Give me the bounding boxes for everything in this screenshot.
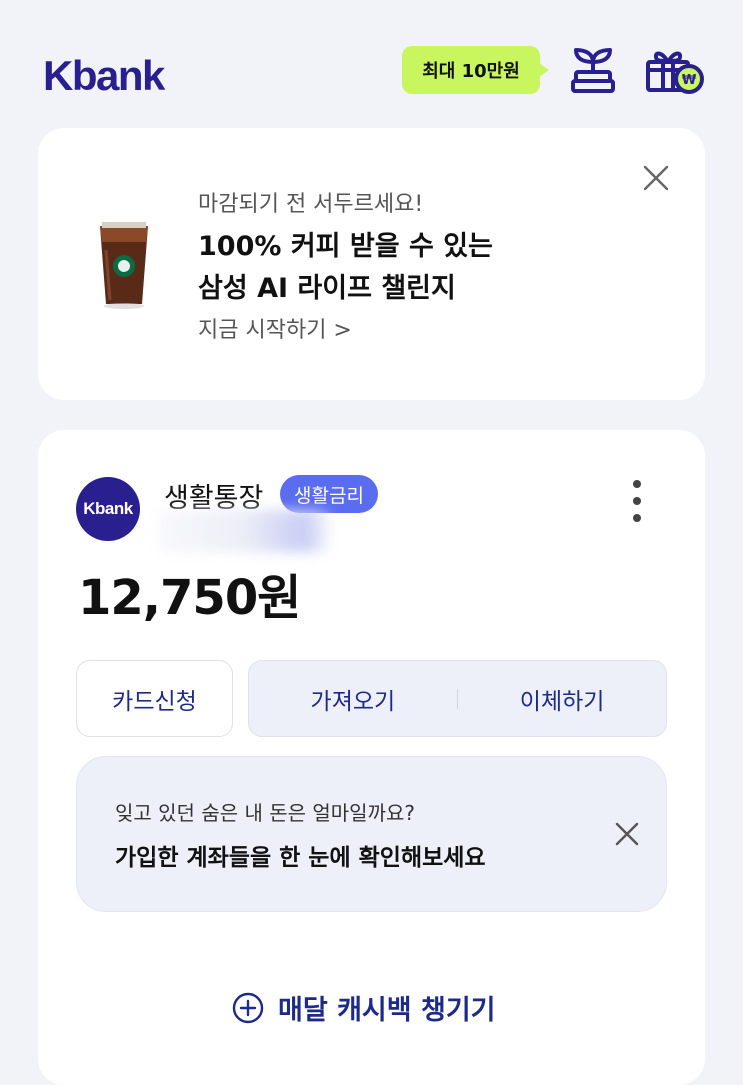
account-number-masked	[158, 510, 330, 552]
cashback-label: 매달 캐시백 챙기기	[278, 995, 496, 1026]
hidden-money-notice[interactable]: 잊고 있던 숨은 내 돈은 얼마일까요? 가입한 계좌들을 한 눈에 확인해보세…	[76, 756, 667, 912]
banner-title-line1: 100% 커피 받을 수 있는	[198, 231, 493, 262]
avatar: Kbank	[76, 477, 140, 541]
banner-start-link[interactable]: 지금 시작하기 >	[198, 312, 352, 344]
notice-title: 가입한 계좌들을 한 눈에 확인해보세요	[115, 845, 486, 871]
promo-badge[interactable]: 최대 10만원	[402, 46, 549, 94]
kbank-logo[interactable]: Kbank	[43, 52, 165, 100]
card-apply-button[interactable]: 카드신청	[76, 660, 233, 737]
iced-coffee-image	[96, 220, 152, 310]
cashback-link[interactable]: 매달 캐시백 챙기기	[232, 988, 496, 1027]
account-card: Kbank 생활통장 생활금리 12,750원 카드신청 가져오기 이체하기 잊…	[38, 430, 705, 1085]
action-button-group: 가져오기 이체하기	[248, 660, 667, 737]
transfer-button[interactable]: 이체하기	[458, 682, 666, 716]
sprout-icon[interactable]	[568, 44, 618, 96]
close-icon[interactable]	[613, 820, 641, 848]
close-icon[interactable]	[640, 162, 672, 194]
more-vertical-icon[interactable]	[624, 476, 650, 526]
notice-subtitle: 잊고 있던 숨은 내 돈은 얼마일까요?	[115, 801, 416, 825]
banner-subtitle: 마감되기 전 서두르세요!	[198, 192, 424, 217]
bring-money-button[interactable]: 가져오기	[249, 682, 457, 716]
promo-banner-card[interactable]: 마감되기 전 서두르세요! 100% 커피 받을 수 있는 삼성 AI 라이프 …	[38, 128, 705, 400]
account-balance[interactable]: 12,750원	[78, 558, 301, 628]
svg-text:₩: ₩	[682, 73, 697, 88]
account-badge[interactable]: 생활금리	[280, 475, 378, 513]
plus-circle-icon	[232, 992, 264, 1023]
app-header: Kbank 최대 10만원 ₩	[0, 0, 743, 128]
banner-title: 100% 커피 받을 수 있는 삼성 AI 라이프 챌린지	[198, 226, 493, 310]
banner-title-line2: 삼성 AI 라이프 챌린지	[198, 273, 456, 304]
gift-won-icon[interactable]: ₩	[645, 44, 705, 96]
